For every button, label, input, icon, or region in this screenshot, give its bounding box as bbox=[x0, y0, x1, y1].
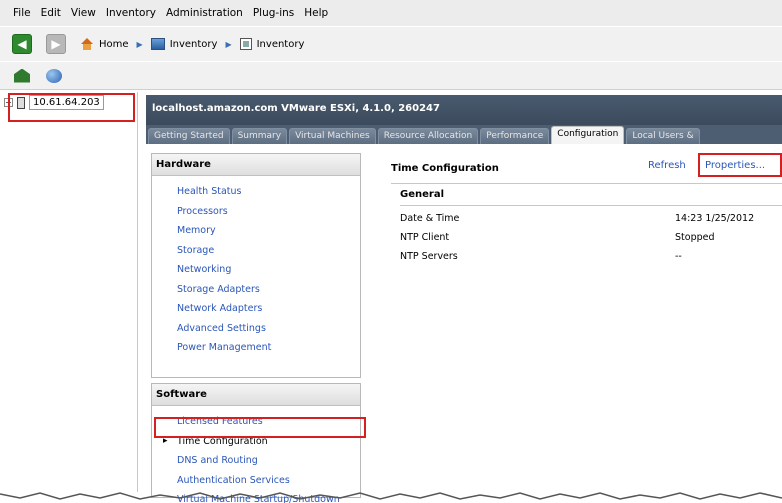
tab-local-users[interactable]: Local Users & bbox=[626, 128, 700, 144]
tab-resource-allocation[interactable]: Resource Allocation bbox=[377, 128, 479, 144]
hardware-heading: Hardware bbox=[152, 154, 360, 176]
menu-view[interactable]: View bbox=[66, 7, 101, 19]
content-title: Time Configuration bbox=[391, 163, 499, 174]
hardware-link-network-adapters[interactable]: Network Adapters bbox=[177, 299, 360, 319]
section-general: General bbox=[400, 189, 444, 200]
hardware-panel: Hardware Health Status Processors Memory… bbox=[151, 153, 361, 378]
hardware-link-memory[interactable]: Memory bbox=[177, 221, 360, 241]
menu-file[interactable]: File bbox=[8, 7, 36, 19]
hardware-link-storage[interactable]: Storage bbox=[177, 241, 360, 261]
breadcrumb-separator-icon: ▶ bbox=[225, 39, 232, 49]
torn-edge-decoration bbox=[0, 492, 782, 500]
highlight-box-properties bbox=[698, 153, 782, 177]
inventory-list-icon bbox=[239, 38, 252, 50]
home-icon[interactable] bbox=[80, 38, 94, 50]
menu-bar: File Edit View Inventory Administration … bbox=[0, 0, 782, 26]
row-label: NTP Client bbox=[400, 232, 450, 243]
software-heading: Software bbox=[152, 384, 360, 406]
row-label: Date & Time bbox=[400, 213, 460, 224]
hardware-link-storage-adapters[interactable]: Storage Adapters bbox=[177, 280, 360, 300]
tab-getting-started[interactable]: Getting Started bbox=[148, 128, 230, 144]
refresh-link[interactable]: Refresh bbox=[648, 160, 686, 171]
inventory-icon bbox=[150, 38, 165, 50]
inventory-tree: + 10.61.64.203 bbox=[0, 92, 138, 492]
row-label: NTP Servers bbox=[400, 251, 458, 262]
hardware-link-power-management[interactable]: Power Management bbox=[177, 338, 360, 358]
highlight-box-host bbox=[8, 93, 135, 122]
row-value: -- bbox=[675, 251, 682, 262]
host-header: localhost.amazon.com VMware ESXi, 4.1.0,… bbox=[146, 95, 782, 125]
breadcrumb-home[interactable]: Home bbox=[99, 39, 129, 50]
divider bbox=[391, 183, 782, 184]
forward-button[interactable]: ▶ bbox=[46, 34, 66, 54]
highlight-box-time-configuration bbox=[154, 417, 366, 438]
tab-summary[interactable]: Summary bbox=[231, 128, 288, 144]
hardware-link-networking[interactable]: Networking bbox=[177, 260, 360, 280]
add-host-icon[interactable] bbox=[14, 68, 30, 83]
back-button[interactable]: ◀ bbox=[12, 34, 32, 54]
tab-configuration[interactable]: Configuration bbox=[551, 126, 625, 144]
actions-toolbar bbox=[0, 62, 782, 90]
row-value: 14:23 1/25/2012 bbox=[675, 213, 755, 224]
menu-edit[interactable]: Edit bbox=[36, 7, 66, 19]
breadcrumb-inventory[interactable]: Inventory bbox=[170, 39, 218, 50]
hardware-link-advanced-settings[interactable]: Advanced Settings bbox=[177, 319, 360, 339]
navigation-toolbar: ◀ ▶ Home ▶ Inventory ▶ Inventory bbox=[0, 27, 782, 61]
row-value: Stopped bbox=[675, 232, 715, 243]
software-link-authentication-services[interactable]: Authentication Services bbox=[177, 471, 360, 491]
time-configuration-content: Time Configuration Refresh Properties...… bbox=[391, 153, 782, 353]
hardware-link-health-status[interactable]: Health Status bbox=[177, 182, 360, 202]
globe-icon[interactable] bbox=[46, 68, 62, 83]
breadcrumb-separator-icon: ▶ bbox=[136, 39, 143, 49]
menu-administration[interactable]: Administration bbox=[161, 7, 248, 19]
breadcrumb: Home ▶ Inventory ▶ Inventory bbox=[80, 38, 304, 50]
divider bbox=[400, 205, 782, 206]
tab-performance[interactable]: Performance bbox=[480, 128, 550, 144]
tab-bar: Getting Started Summary Virtual Machines… bbox=[146, 125, 782, 144]
menu-inventory[interactable]: Inventory bbox=[101, 7, 161, 19]
tab-virtual-machines[interactable]: Virtual Machines bbox=[289, 128, 376, 144]
hardware-link-processors[interactable]: Processors bbox=[177, 202, 360, 222]
software-link-dns-routing[interactable]: DNS and Routing bbox=[177, 451, 360, 471]
menu-plugins[interactable]: Plug-ins bbox=[248, 7, 299, 19]
menu-help[interactable]: Help bbox=[299, 7, 333, 19]
software-panel: Software Licensed Features Time Configur… bbox=[151, 383, 361, 503]
breadcrumb-inventory-2[interactable]: Inventory bbox=[257, 39, 305, 50]
